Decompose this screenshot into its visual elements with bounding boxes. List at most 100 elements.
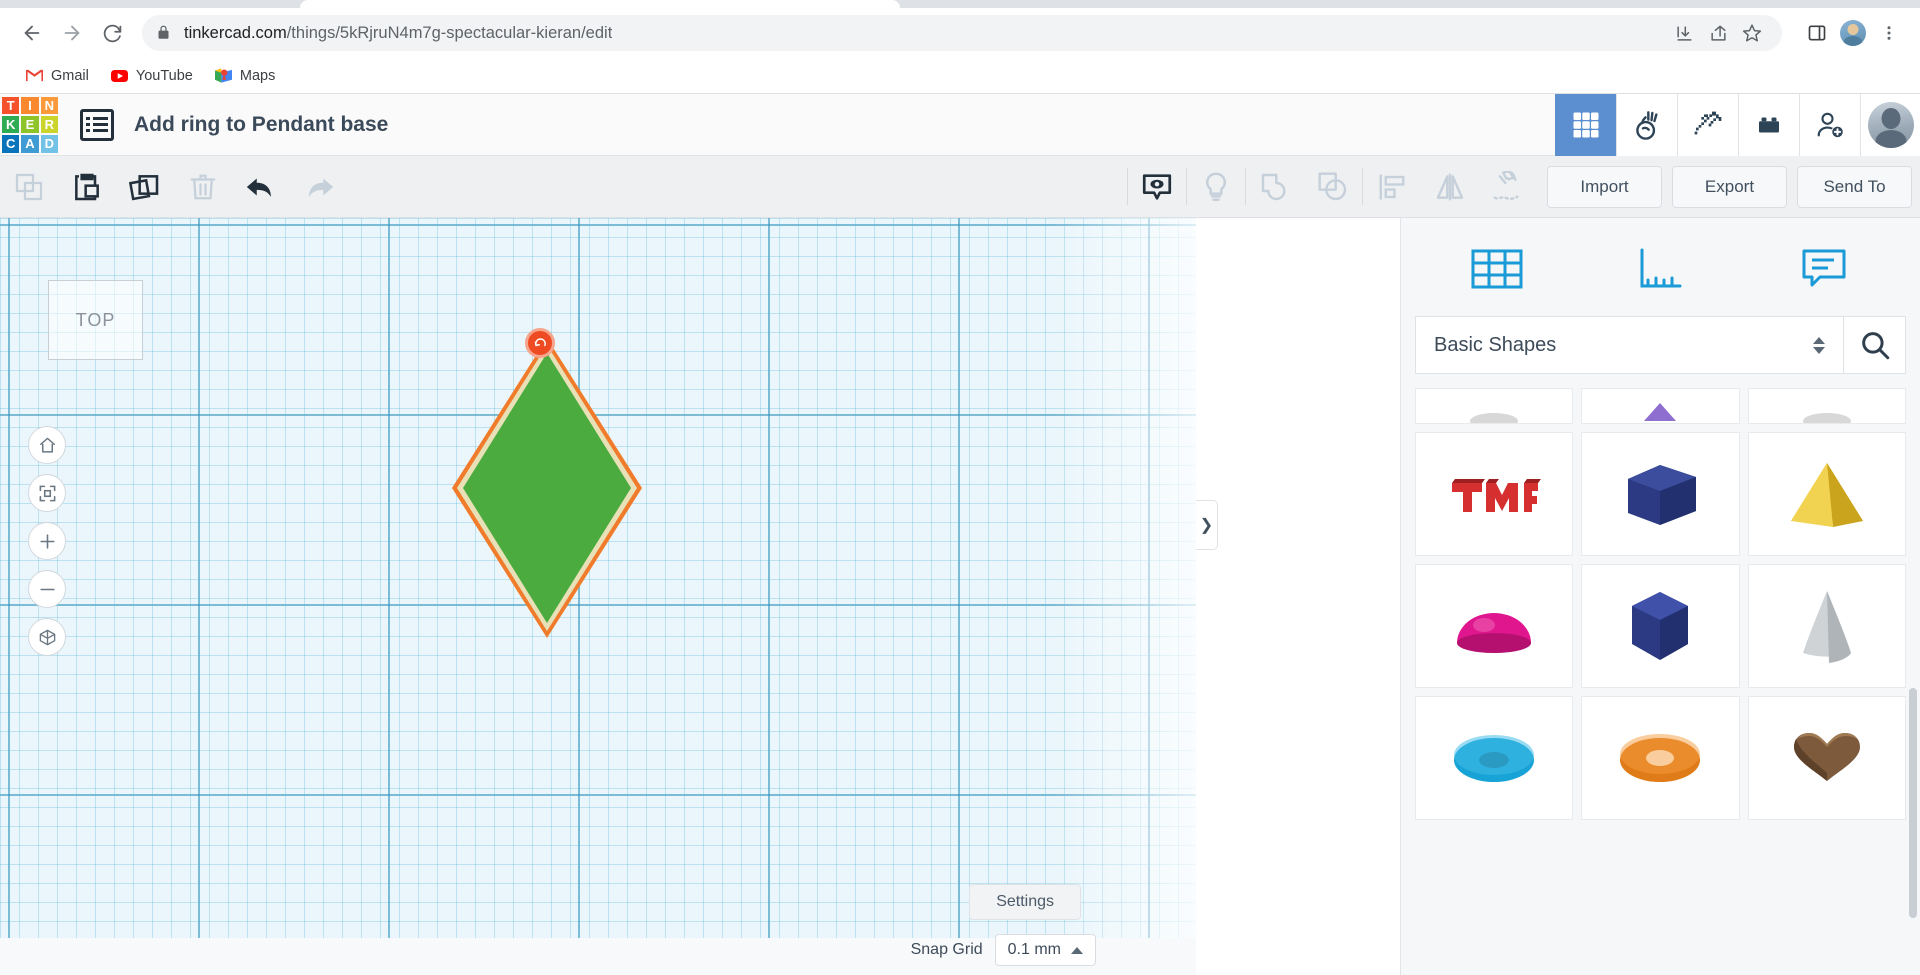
copy-icon[interactable] [0,156,58,217]
bookmark-gmail[interactable]: Gmail [18,63,97,88]
shape-category-select[interactable]: Basic Shapes [1415,316,1844,374]
gmail-icon [26,67,43,84]
zoom-in-icon[interactable] [28,522,66,560]
panel-search-row: Basic Shapes [1401,308,1920,388]
profile-avatar[interactable] [1836,16,1870,50]
shapes-scrollbar[interactable] [1909,688,1917,918]
project-menu-button[interactable] [80,108,114,141]
lock-icon [156,25,172,41]
bookmarks-bar: Gmail YouTube Maps [0,58,1920,94]
mirror-icon[interactable] [1421,156,1479,217]
home-view-icon[interactable] [28,426,66,464]
rotate-handle[interactable] [525,328,555,358]
shape-thumb-heart[interactable] [1747,696,1906,820]
shape-thumb-partial-3[interactable] [1747,388,1906,424]
tab-strip [0,0,1920,8]
export-button[interactable]: Export [1672,165,1787,208]
bookmark-star-icon[interactable] [1736,17,1768,49]
reload-icon[interactable] [94,15,130,51]
active-browser-tab[interactable] [300,0,900,8]
bookmark-maps-label: Maps [239,67,276,84]
shapes-grid-icon[interactable] [1462,240,1532,298]
forward-arrow-icon[interactable] [54,15,90,51]
browser-chrome: tinkercad.com/things/5kRjruN4m7g-spectac… [0,0,1920,94]
logo-letter-r: R [40,115,58,134]
align-icon[interactable] [1363,156,1421,217]
bookmark-youtube[interactable]: YouTube [103,63,201,88]
search-icon[interactable] [1844,316,1906,374]
logo-letter-k: K [2,115,20,134]
paste-icon[interactable] [58,156,116,217]
menu-lines-icon [86,117,108,132]
panel-collapse-toggle[interactable]: ❯ [1196,500,1218,550]
ungroup-icon[interactable] [1304,156,1362,217]
snap-grid-label: Snap Grid [910,941,983,958]
shape-thumb-box[interactable] [1581,432,1740,556]
shape-thumb-cone[interactable] [1747,564,1906,688]
redo-icon[interactable] [290,156,348,217]
youtube-icon [110,67,128,84]
shape-thumb-torus[interactable] [1415,696,1574,820]
logo-letter-d: D [40,135,58,153]
address-bar[interactable]: tinkercad.com/things/5kRjruN4m7g-spectac… [142,15,1782,51]
selected-diamond-object[interactable] [452,328,652,648]
shape-thumb-half-sphere[interactable] [1415,564,1574,688]
send-to-button[interactable]: Send To [1797,165,1912,208]
lightbulb-icon[interactable] [1187,156,1245,217]
shape-thumb-partial-2[interactable] [1581,388,1740,424]
shape-thumb-text[interactable] [1415,432,1574,556]
main-area: TOP Settings Snap Grid 0.1 mm ❯ Basic Sh… [0,218,1920,975]
side-panel-icon[interactable] [1800,16,1834,50]
tinkercad-logo[interactable]: T I N K E R C A D [2,96,58,153]
diamond-shape[interactable] [463,353,631,623]
undo-icon[interactable] [232,156,290,217]
lego-brick-icon[interactable] [1738,93,1799,156]
add-person-icon[interactable] [1799,93,1860,156]
bookmark-gmail-label: Gmail [51,67,89,84]
snap-grid-select[interactable]: 0.1 mm [994,934,1096,966]
logo-letter-a: A [21,135,39,153]
view-cube[interactable]: TOP [48,280,143,360]
chevron-updown-icon [1813,336,1825,354]
shapes-panel: Basic Shapes [1400,218,1920,975]
ruler-icon[interactable] [1625,240,1695,298]
workplane-magnet-icon[interactable] [1479,156,1537,217]
maps-icon [214,67,232,84]
caret-up-icon [1071,946,1083,954]
perspective-toggle-icon[interactable] [28,618,66,656]
blocks-grid-icon[interactable] [1555,93,1616,156]
editor-toolbar: Import Export Send To [0,156,1920,218]
group-icon[interactable] [1246,156,1304,217]
snap-grid-row: Snap Grid 0.1 mm [911,934,1096,966]
shape-thumb-partial-1[interactable] [1415,388,1574,424]
shape-thumb-pyramid[interactable] [1747,432,1906,556]
header-tools [1555,93,1920,156]
shapes-scroll-area[interactable] [1401,388,1920,975]
logo-letter-c: C [2,135,20,153]
notes-icon[interactable] [1789,240,1859,298]
url-text: tinkercad.com/things/5kRjruN4m7g-spectac… [184,24,612,43]
back-arrow-icon[interactable] [14,15,50,51]
chrome-menu-icon[interactable] [1872,16,1906,50]
settings-button[interactable]: Settings [969,884,1081,920]
duplicate-icon[interactable] [116,156,174,217]
logo-letter-i: I [21,96,39,114]
bookmark-maps[interactable]: Maps [207,63,283,88]
zoom-out-icon[interactable] [28,570,66,608]
page-title: Add ring to Pendant base [134,112,389,136]
chrome-right-actions [1800,16,1906,50]
url-path: /things/5kRjruN4m7g-spectacular-kieran/e… [286,23,613,42]
codeblocks-icon[interactable] [1616,93,1677,156]
user-avatar[interactable] [1860,93,1920,156]
fit-all-icon[interactable] [28,474,66,512]
download-icon[interactable] [1668,17,1700,49]
import-button[interactable]: Import [1547,165,1662,208]
toolbar-right-buttons: Import Export Send To [1537,156,1920,217]
share-icon[interactable] [1702,17,1734,49]
show-hide-eye-icon[interactable] [1128,156,1186,217]
shape-thumb-cylinder[interactable] [1581,564,1740,688]
delete-trash-icon[interactable] [174,156,232,217]
workplane-canvas[interactable]: TOP Settings Snap Grid 0.1 mm [0,218,1196,975]
minecraft-pickaxe-icon[interactable] [1677,93,1738,156]
shape-thumb-tube[interactable] [1581,696,1740,820]
